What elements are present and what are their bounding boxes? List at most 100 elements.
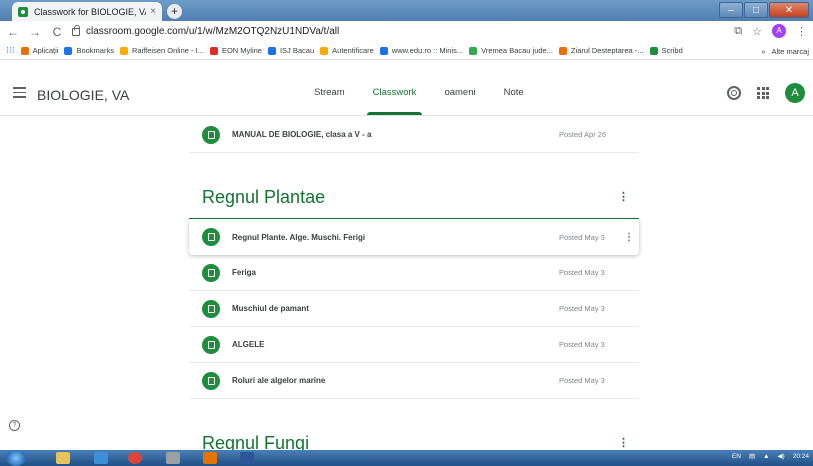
bookmark-favicon-icon [20, 46, 29, 55]
apps-grid-icon[interactable] [757, 87, 769, 99]
lock-icon [72, 24, 80, 36]
bookmark-label: Scribd [661, 46, 683, 55]
item-title: Feriga [232, 268, 257, 277]
start-button-icon[interactable] [6, 450, 26, 466]
list-item[interactable]: ALGELE Posted May 3 [189, 327, 639, 363]
tab-stream[interactable]: Stream [300, 87, 359, 115]
item-posted-date: Posted May 3 [559, 268, 605, 277]
bookmark-label: Bookmarks [76, 46, 114, 55]
system-tray: EN ▤ ▲ ◀) 20:24 [732, 452, 809, 461]
bookmark-label: Aplicații [32, 46, 59, 55]
bookmark-favicon-icon [558, 46, 567, 55]
browser-toolbar: ← → C classroom.google.com/u/1/w/MzM2OTQ… [0, 21, 813, 42]
bookmark-item[interactable]: Raiffeisen Online - I... [119, 46, 204, 55]
bookmark-item[interactable]: Ziarul Desteptarea -... [558, 46, 644, 55]
item-posted-date: Posted May 3 [559, 376, 605, 385]
reload-icon[interactable]: C [48, 25, 66, 39]
topic-title[interactable]: Regnul Plantae [202, 187, 325, 208]
internet-explorer-icon[interactable] [94, 452, 108, 464]
bookmark-favicon-icon [379, 46, 388, 55]
forward-arrow-icon[interactable]: → [26, 25, 44, 39]
item-title: Roluri ale algelor marine [232, 376, 326, 385]
topic-more-icon[interactable]: ⋮ [618, 190, 629, 203]
browser-tab[interactable]: Classwork for BIOLOGIE, VA × [12, 2, 162, 21]
item-posted-date: Posted May 3 [559, 304, 605, 313]
hamburger-menu-icon[interactable] [13, 87, 26, 101]
url-text: classroom.google.com/u/1/w/MzM2OTQ2NzU1N… [86, 26, 340, 37]
tab-classwork[interactable]: Classwork [359, 87, 431, 115]
bookmark-item[interactable]: Vremea Bacau jude... [469, 46, 553, 55]
tab-grades[interactable]: Note [490, 87, 538, 115]
tool-icon[interactable] [166, 452, 180, 464]
bookmark-item[interactable]: Bookmarks [64, 46, 114, 55]
item-posted-date: Posted May 3 [559, 340, 605, 349]
chrome-icon[interactable] [128, 452, 142, 464]
help-icon[interactable]: ? [9, 420, 20, 431]
address-bar[interactable]: classroom.google.com/u/1/w/MzM2OTQ2NzU1N… [72, 23, 722, 40]
clock[interactable]: 20:24 [793, 453, 809, 460]
material-icon [202, 335, 220, 354]
material-icon [202, 125, 220, 144]
new-tab-button[interactable]: + [167, 4, 182, 19]
volume-icon[interactable]: ◀) [778, 452, 785, 460]
translate-icon[interactable]: ⧉ [734, 25, 742, 38]
bookmark-label: ISJ Bacau [279, 46, 315, 55]
bookmark-label: Raiffeisen Online - I... [131, 46, 204, 55]
list-item[interactable]: Muschiul de pamant Posted May 3 [189, 291, 639, 327]
bookmark-item[interactable]: ISJ Bacau [267, 46, 315, 55]
classroom-app-bar: BIOLOGIE, VA Stream Classwork oameni Not… [0, 60, 813, 116]
gear-icon[interactable] [727, 86, 741, 100]
maximize-button[interactable]: □ [744, 2, 768, 18]
tab-title: Classwork for BIOLOGIE, VA [34, 6, 147, 17]
media-player-icon[interactable] [203, 452, 217, 464]
minimize-button[interactable]: – [719, 2, 743, 18]
tab-people[interactable]: oameni [430, 87, 489, 115]
bookmark-favicon-icon [209, 46, 218, 55]
back-arrow-icon[interactable]: ← [4, 25, 22, 39]
list-item[interactable]: Roluri ale algelor marine Posted May 3 [189, 363, 639, 399]
bookmark-label: Vremea Bacau jude... [481, 46, 553, 55]
apps-shortcut-icon[interactable]: ⁝⁝⁝ [6, 45, 15, 56]
class-name[interactable]: BIOLOGIE, VA [37, 87, 129, 103]
bookmark-item[interactable]: Aplicații [20, 46, 59, 55]
item-more-icon[interactable]: ⋮ [619, 232, 639, 243]
bookmark-favicon-icon [469, 46, 478, 55]
bookmark-item[interactable]: Autentificare [320, 46, 374, 55]
topic-title[interactable]: Regnul Fungi [202, 433, 309, 450]
profile-avatar[interactable]: A [772, 24, 786, 38]
bookmarks-overflow-button[interactable]: » [761, 47, 765, 56]
language-indicator[interactable]: EN [732, 453, 741, 460]
list-item[interactable]: Feriga Posted May 3 [189, 255, 639, 291]
account-avatar[interactable]: A [785, 83, 805, 103]
header-actions: A [727, 83, 805, 103]
other-bookmarks-folder[interactable]: Alte marcaj [771, 47, 809, 56]
list-item[interactable]: MANUAL DE BIOLOGIE, clasa a V - a Posted… [189, 117, 639, 153]
word-icon[interactable] [240, 452, 254, 464]
bookmark-item[interactable]: EON Myline [209, 46, 262, 55]
bookmark-label: Autentificare [332, 46, 374, 55]
close-window-button[interactable]: ✕ [769, 2, 809, 18]
bookmark-item[interactable]: Scribd [649, 46, 683, 55]
network-icon[interactable]: ▤ [749, 452, 755, 460]
item-title: Muschiul de pamant [232, 304, 309, 313]
bookmark-favicon-icon [267, 46, 276, 55]
classwork-content: MANUAL DE BIOLOGIE, clasa a V - a Posted… [0, 117, 813, 450]
window-controls: – □ ✕ [719, 2, 809, 18]
tab-close-icon[interactable]: × [150, 6, 156, 17]
browser-menu-icon[interactable]: ⋮ [796, 25, 807, 38]
item-posted-date: Posted Apr 26 [559, 130, 607, 139]
file-explorer-icon[interactable] [56, 452, 70, 464]
classroom-favicon-icon [18, 6, 28, 17]
topic-more-icon[interactable]: ⋮ [618, 436, 629, 449]
item-title: ALGELE [232, 340, 265, 349]
browser-tab-strip: Classwork for BIOLOGIE, VA × + – □ ✕ [0, 0, 813, 21]
toolbar-right: ⧉ ☆ A ⋮ [734, 24, 807, 38]
bookmark-item[interactable]: www.edu.ro :: Minis... [379, 46, 463, 55]
list-item[interactable]: Regnul Plante. Alge. Muschi. Ferigi Post… [189, 219, 639, 255]
star-icon[interactable]: ☆ [752, 25, 762, 38]
bookmarks-overflow: » Alte marcaj [755, 42, 809, 59]
bookmark-favicon-icon [119, 46, 128, 55]
tray-expand-icon[interactable]: ▲ [763, 453, 769, 460]
material-icon [202, 263, 220, 282]
item-title: MANUAL DE BIOLOGIE, clasa a V - a [232, 130, 372, 139]
